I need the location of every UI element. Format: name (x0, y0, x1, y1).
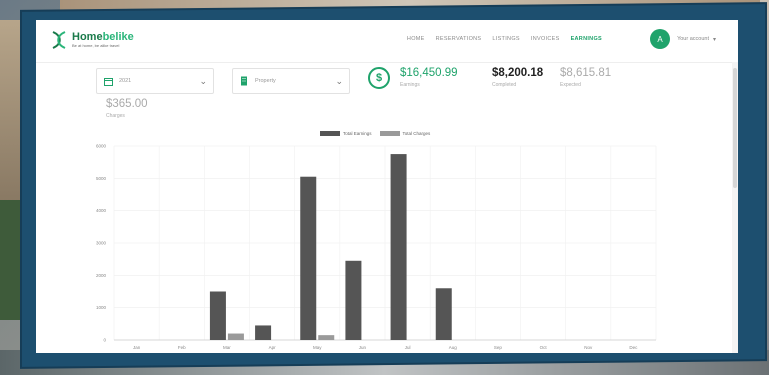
calendar-icon (103, 76, 113, 86)
nav-link-reservations[interactable]: RESERVATIONS (436, 36, 482, 42)
legend-swatch-charges (379, 131, 400, 136)
brand-logo[interactable]: Homebelike Be at home, be alike travel (50, 30, 134, 50)
chart-legend: Total Earnings Total Charges (320, 131, 438, 136)
nav-link-home[interactable]: HOME (407, 36, 425, 42)
building-icon (239, 76, 249, 86)
nav-link-listings[interactable]: LISTINGS (492, 36, 519, 42)
x-tick-label: Oct (540, 345, 548, 350)
scrollbar-thumb[interactable] (733, 68, 737, 188)
legend-item-charges[interactable]: Total Charges (379, 131, 431, 136)
expected-value: $8,615.81 (560, 67, 612, 79)
y-tick-label: 4000 (96, 208, 107, 213)
brand-tagline: Be at home, be alike travel (72, 42, 120, 48)
app-screen: Homebelike Be at home, be alike travel H… (36, 20, 738, 353)
dollar-icon: $ (368, 67, 390, 89)
x-tick-label: Nov (584, 345, 593, 350)
user-menu[interactable]: A Your account ▾ (650, 29, 716, 49)
nav-links: HOME RESERVATIONS LISTINGS INVOICES EARN… (407, 36, 602, 42)
bar-earnings (255, 325, 272, 340)
expected-label: Expected (560, 82, 581, 88)
charges-value: $365.00 (106, 98, 148, 110)
completed-stat: $8,200.18 Completed (492, 67, 543, 88)
chart-plot: 0 1000 2000 3000 4000 5000 6000 Jan Feb Mar Apr May… (96, 144, 657, 350)
completed-value: $8,200.18 (492, 67, 544, 79)
y-tick-label: 1000 (96, 305, 107, 310)
earnings-value: $16,450.99 (400, 67, 458, 79)
expected-stat: $8,615.81 Expected (560, 67, 611, 88)
nav-link-invoices[interactable]: INVOICES (531, 36, 560, 42)
x-tick-label: Sep (494, 345, 503, 350)
top-navbar: Homebelike Be at home, be alike travel H… (36, 20, 738, 63)
y-tick-label: 0 (103, 338, 106, 343)
x-tick-label: Feb (178, 345, 186, 350)
bar-charges (227, 333, 244, 340)
chevron-down-icon: ⌄ (199, 75, 207, 86)
x-tick-label: Apr (269, 345, 277, 350)
earnings-stat: $16,450.99 Earnings (400, 67, 458, 88)
bar-earnings (435, 288, 452, 340)
legend-label-charges: Total Charges (402, 131, 431, 136)
earnings-chart: Total Earnings Total Charges 0 1000 2000 30… (36, 124, 738, 353)
bar-earnings (345, 260, 362, 340)
legend-item-earnings[interactable]: Total Earnings (320, 131, 372, 136)
x-tick-label: Aug (449, 345, 458, 350)
x-tick-label: Jan (133, 345, 141, 350)
y-tick-label: 5000 (96, 176, 107, 181)
bar-earnings (300, 176, 317, 340)
x-tick-label: Dec (629, 345, 638, 350)
charges-label: Charges (106, 113, 125, 119)
charges-stat: $365.00 Charges (106, 98, 148, 119)
property-select[interactable]: Property ⌄ (232, 68, 350, 94)
user-name: Your account (677, 36, 709, 42)
chevron-down-icon: ▾ (712, 36, 716, 43)
legend-label-earnings: Total Earnings (343, 131, 372, 136)
brand-logo-icon (52, 31, 66, 49)
property-select-value: Property (255, 78, 276, 84)
bar-earnings (390, 154, 407, 340)
scrollbar[interactable] (732, 62, 738, 353)
y-tick-label: 3000 (96, 241, 107, 246)
year-select[interactable]: 2021 ⌄ (96, 68, 214, 94)
bar-earnings (209, 291, 226, 340)
nav-link-earnings[interactable]: EARNINGS (571, 36, 602, 42)
legend-swatch-earnings (320, 131, 340, 136)
completed-label: Completed (492, 82, 517, 88)
year-select-value: 2021 (119, 78, 132, 84)
brand-name: Homebelike (72, 30, 134, 43)
earnings-label: Earnings (400, 82, 420, 88)
y-tick-label: 2000 (96, 273, 107, 278)
y-tick-label: 6000 (96, 144, 107, 149)
chevron-down-icon: ⌄ (335, 75, 343, 86)
bar-charges (318, 335, 335, 340)
x-tick-label: Jun (359, 345, 367, 350)
x-tick-label: Mar (223, 345, 231, 350)
avatar[interactable]: A (650, 29, 671, 49)
x-tick-label: May (313, 345, 322, 350)
x-tick-label: Jul (405, 345, 411, 350)
